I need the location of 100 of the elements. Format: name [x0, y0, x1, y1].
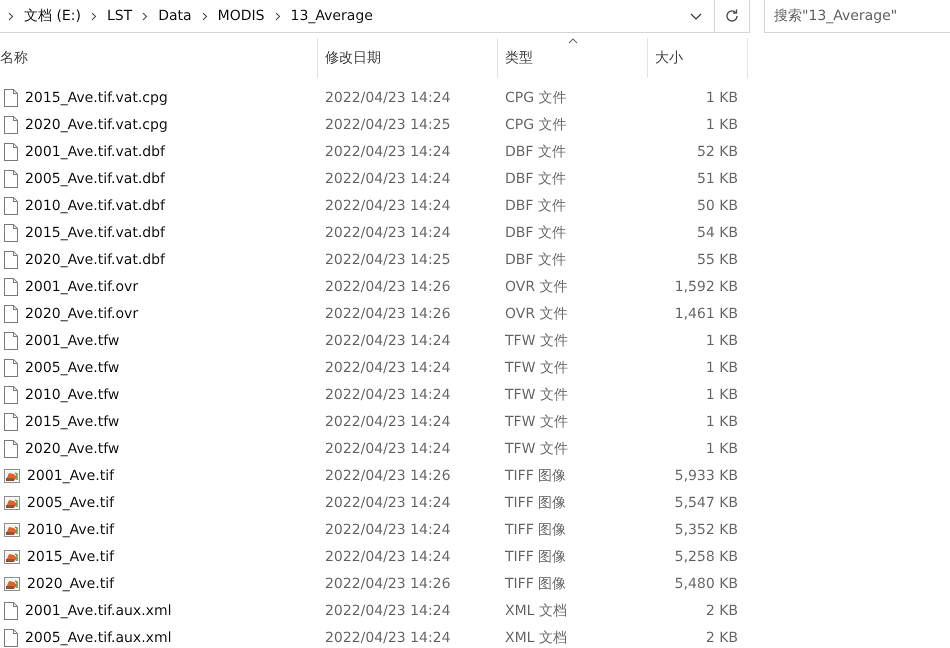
modified-date: 2022/04/23 14:26: [325, 468, 450, 484]
column-header[interactable]: 大小: [648, 38, 748, 78]
modified-date: 2022/04/23 14:26: [325, 306, 450, 322]
file-type: TIFF 图像: [505, 494, 566, 512]
modified-date: 2022/04/23 14:24: [325, 602, 450, 618]
file-type: TIFF 图像: [505, 520, 566, 538]
file-size: 1 KB: [706, 386, 738, 402]
chevron-right-icon: [8, 12, 14, 20]
chevron-right-icon: [274, 12, 281, 20]
chevron-right-icon: [142, 12, 148, 20]
modified-date: 2022/04/23 14:24: [325, 198, 450, 214]
modified-date: 2022/04/23 14:24: [325, 332, 450, 348]
file-size: 2 KB: [706, 602, 738, 618]
file-size: 50 KB: [696, 198, 738, 214]
file-type: XML 文档: [505, 602, 567, 620]
file-name[interactable]: 2005_Ave.tif.aux.xml: [25, 630, 172, 646]
breadcrumb-item[interactable]: 13_Average: [290, 8, 373, 24]
file-size: 1 KB: [706, 90, 738, 106]
file-name[interactable]: 2010_Ave.tif.vat.dbf: [25, 198, 165, 214]
file-type: OVR 文件: [505, 304, 568, 322]
file-type: DBF 文件: [505, 170, 566, 188]
file-type: TIFF 图像: [505, 574, 566, 592]
file-type: TIFF 图像: [505, 548, 566, 566]
breadcrumb-item[interactable]: MODIS: [218, 8, 265, 24]
file-name[interactable]: 2005_Ave.tfw: [25, 360, 120, 376]
file-size: 5,258 KB: [674, 548, 738, 564]
file-size: 1,592 KB: [674, 278, 738, 294]
chevron-right-icon: [90, 12, 97, 20]
file-name[interactable]: 2010_Ave.tif: [27, 522, 114, 538]
search-field[interactable]: 搜索"13_Average": [764, 0, 950, 33]
column-header[interactable]: 修改日期: [318, 38, 498, 78]
file-name[interactable]: 2020_Ave.tif: [27, 576, 114, 592]
file-size: 1,461 KB: [674, 306, 738, 322]
file-size: 2 KB: [706, 630, 738, 646]
modified-date: 2022/04/23 14:26: [325, 278, 450, 294]
file-name[interactable]: 2005_Ave.tif.vat.dbf: [25, 170, 165, 186]
file-name[interactable]: 2005_Ave.tif: [27, 494, 114, 510]
file-name[interactable]: 2001_Ave.tif: [27, 468, 114, 484]
file-type: TFW 文件: [505, 440, 568, 458]
refresh-button[interactable]: [714, 0, 750, 33]
column-header[interactable]: 名称: [0, 38, 318, 78]
modified-date: 2022/04/23 14:24: [325, 170, 450, 186]
chevron-down-icon: [690, 12, 702, 20]
modified-date: 2022/04/23 14:24: [325, 440, 450, 456]
modified-date: 2022/04/23 14:24: [325, 630, 450, 646]
file-name[interactable]: 2010_Ave.tfw: [25, 386, 120, 402]
file-size: 54 KB: [696, 224, 738, 240]
modified-date: 2022/04/23 14:24: [325, 414, 450, 430]
modified-date: 2022/04/23 14:24: [325, 386, 450, 402]
file-type: CPG 文件: [505, 88, 567, 106]
file-name[interactable]: 2020_Ave.tif.vat.dbf: [25, 252, 165, 268]
file-name[interactable]: 2001_Ave.tif.vat.dbf: [25, 144, 165, 160]
file-size: 1 KB: [706, 360, 738, 376]
file-name[interactable]: 2001_Ave.tfw: [25, 332, 120, 348]
modified-date: 2022/04/23 14:24: [325, 360, 450, 376]
file-name[interactable]: 2001_Ave.tif.aux.xml: [25, 602, 172, 618]
file-type: TFW 文件: [505, 386, 568, 404]
file-name[interactable]: 2020_Ave.tif.ovr: [25, 306, 138, 322]
file-type: TFW 文件: [505, 332, 568, 350]
file-type: DBF 文件: [505, 224, 566, 242]
file-name[interactable]: 2015_Ave.tif.vat.cpg: [25, 90, 168, 106]
refresh-icon: [724, 8, 740, 24]
modified-date: 2022/04/23 14:24: [325, 90, 450, 106]
file-type: TFW 文件: [505, 358, 568, 376]
file-name[interactable]: 2020_Ave.tfw: [25, 440, 120, 456]
modified-date: 2022/04/23 14:26: [325, 576, 450, 592]
file-size: 1 KB: [706, 414, 738, 430]
modified-date: 2022/04/23 14:24: [325, 224, 450, 240]
file-size: 5,933 KB: [674, 468, 738, 484]
file-size: 1 KB: [706, 116, 738, 132]
file-type: XML 文档: [505, 628, 567, 646]
file-name[interactable]: 2015_Ave.tif: [27, 548, 114, 564]
file-type: DBF 文件: [505, 250, 566, 268]
file-size: 52 KB: [696, 144, 738, 160]
file-name[interactable]: 2015_Ave.tfw: [25, 414, 120, 430]
breadcrumb-item[interactable]: Data: [158, 8, 192, 24]
file-type: TIFF 图像: [505, 466, 566, 484]
file-size: 5,480 KB: [674, 576, 738, 592]
breadcrumb-item[interactable]: LST: [106, 8, 132, 24]
address-bar[interactable]: 文档 (E:) LST Data MODIS 13_Average: [0, 0, 716, 33]
breadcrumb-item[interactable]: 文档 (E:): [24, 7, 81, 25]
file-type: OVR 文件: [505, 278, 568, 296]
file-size: 55 KB: [696, 252, 738, 268]
chevron-right-icon: [202, 12, 208, 20]
modified-date: 2022/04/23 14:24: [325, 548, 450, 564]
file-type: DBF 文件: [505, 196, 566, 214]
file-size: 1 KB: [706, 440, 738, 456]
file-type: DBF 文件: [505, 142, 566, 160]
modified-date: 2022/04/23 14:24: [325, 494, 450, 510]
file-size: 5,352 KB: [674, 522, 738, 538]
file-size: 1 KB: [706, 332, 738, 348]
modified-date: 2022/04/23 14:25: [325, 252, 450, 268]
file-name[interactable]: 2020_Ave.tif.vat.cpg: [25, 116, 168, 132]
file-name[interactable]: 2015_Ave.tif.vat.dbf: [25, 224, 165, 240]
file-type: TFW 文件: [505, 412, 568, 430]
file-name[interactable]: 2001_Ave.tif.ovr: [25, 278, 138, 294]
column-header[interactable]: 类型: [498, 38, 648, 78]
file-size: 5,547 KB: [674, 494, 738, 510]
file-size: 51 KB: [696, 170, 738, 186]
modified-date: 2022/04/23 14:24: [325, 144, 450, 160]
